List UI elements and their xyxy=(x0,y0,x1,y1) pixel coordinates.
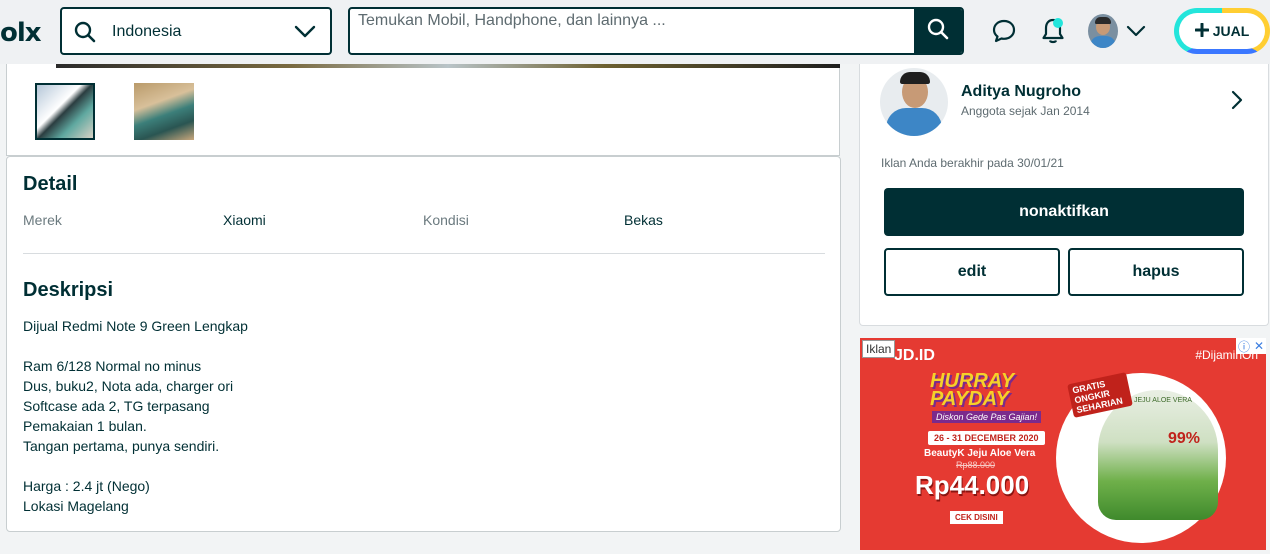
seller-card: Aditya Nugroho Anggota sejak Jan 2014 Ik… xyxy=(859,64,1269,326)
sell-label: JUAL xyxy=(1212,23,1250,39)
search-input[interactable] xyxy=(358,10,918,32)
member-since: Anggota sejak Jan 2014 xyxy=(961,104,1090,118)
detail-value-condition: Bekas xyxy=(624,212,663,228)
ad-old-price: Rp88.000 xyxy=(956,460,996,470)
search-icon xyxy=(74,21,96,48)
ad-headline: HURRAY PAYDAY xyxy=(930,370,1014,410)
detail-heading: Detail xyxy=(23,173,78,195)
description-line: Tangan pertama, punya sendiri. xyxy=(23,438,220,454)
photo-thumbnails xyxy=(6,64,840,156)
chevron-down-icon[interactable] xyxy=(294,23,316,44)
location-value: Indonesia xyxy=(112,23,182,40)
sell-button[interactable]: JUAL xyxy=(1174,8,1270,54)
info-icon[interactable]: ⓘ xyxy=(1238,338,1250,355)
top-header: olx Indonesia JUAL xyxy=(0,0,1270,64)
search-icon xyxy=(927,18,949,45)
close-icon[interactable]: ✕ xyxy=(1254,339,1264,353)
deactivate-button[interactable]: nonaktifkan xyxy=(884,188,1244,236)
olx-logo[interactable]: olx xyxy=(0,18,42,48)
description-heading: Deskripsi xyxy=(23,279,114,301)
delete-button[interactable]: hapus xyxy=(1068,248,1244,296)
edit-button[interactable]: edit xyxy=(884,248,1060,296)
ad-product-label: JEJU ALOE VERA xyxy=(1134,397,1192,404)
seller-avatar[interactable] xyxy=(880,68,948,136)
advertisement-banner[interactable]: JD.ID Iklan #DijaminOri ⓘ ✕ HURRAY PAYDA… xyxy=(860,338,1266,550)
ad-label: Iklan xyxy=(862,340,896,358)
main-photo-bottom-edge xyxy=(56,64,840,68)
detail-card: Detail Merek Xiaomi Kondisi Bekas Deskri… xyxy=(6,156,841,532)
chat-icon[interactable] xyxy=(992,18,1016,49)
ad-controls[interactable]: ⓘ ✕ xyxy=(1236,338,1266,354)
description-line: Dijual Redmi Note 9 Green Lengkap xyxy=(23,318,248,334)
ad-product: BeautyK Jeju Aloe Vera xyxy=(924,448,1036,459)
detail-value-brand: Xiaomi xyxy=(223,212,266,228)
detail-label-brand: Merek xyxy=(23,212,62,228)
notification-dot xyxy=(1053,18,1063,28)
description-line: Softcase ada 2, TG terpasang xyxy=(23,398,210,414)
description-line: Dus, buku2, Nota ada, charger ori xyxy=(23,378,234,394)
seller-name[interactable]: Aditya Nugroho xyxy=(961,83,1081,101)
detail-label-condition: Kondisi xyxy=(423,212,469,228)
ad-product-image xyxy=(1098,390,1218,520)
ad-cta-button[interactable]: CEK DISINI xyxy=(950,511,1003,524)
ad-price: Rp44.000 xyxy=(915,470,1030,500)
divider xyxy=(23,253,825,254)
avatar[interactable] xyxy=(1088,14,1118,48)
description-line: Pemakaian 1 bulan. xyxy=(23,418,147,434)
ad-expiry-text: Iklan Anda berakhir pada 30/01/21 xyxy=(881,156,1064,170)
location-select[interactable]: Indonesia xyxy=(60,7,332,55)
ad-percent: 99% xyxy=(1168,430,1201,447)
description-line: Ram 6/128 Normal no minus xyxy=(23,358,202,374)
photo-thumbnail[interactable] xyxy=(35,83,95,140)
ad-date: 26 - 31 DECEMBER 2020 xyxy=(928,431,1045,445)
ad-subline: Diskon Gede Pas Gajian! xyxy=(932,411,1042,423)
chevron-right-icon[interactable] xyxy=(1230,90,1244,115)
plus-icon xyxy=(1194,22,1210,40)
description-line: Lokasi Magelang xyxy=(23,498,129,514)
description-line: Harga : 2.4 jt (Nego) xyxy=(23,478,150,494)
search-bar xyxy=(348,7,964,55)
ad-brand: JD.ID xyxy=(894,347,935,364)
photo-thumbnail[interactable] xyxy=(134,83,194,140)
chevron-down-icon[interactable] xyxy=(1126,24,1146,43)
search-button[interactable] xyxy=(914,9,962,53)
